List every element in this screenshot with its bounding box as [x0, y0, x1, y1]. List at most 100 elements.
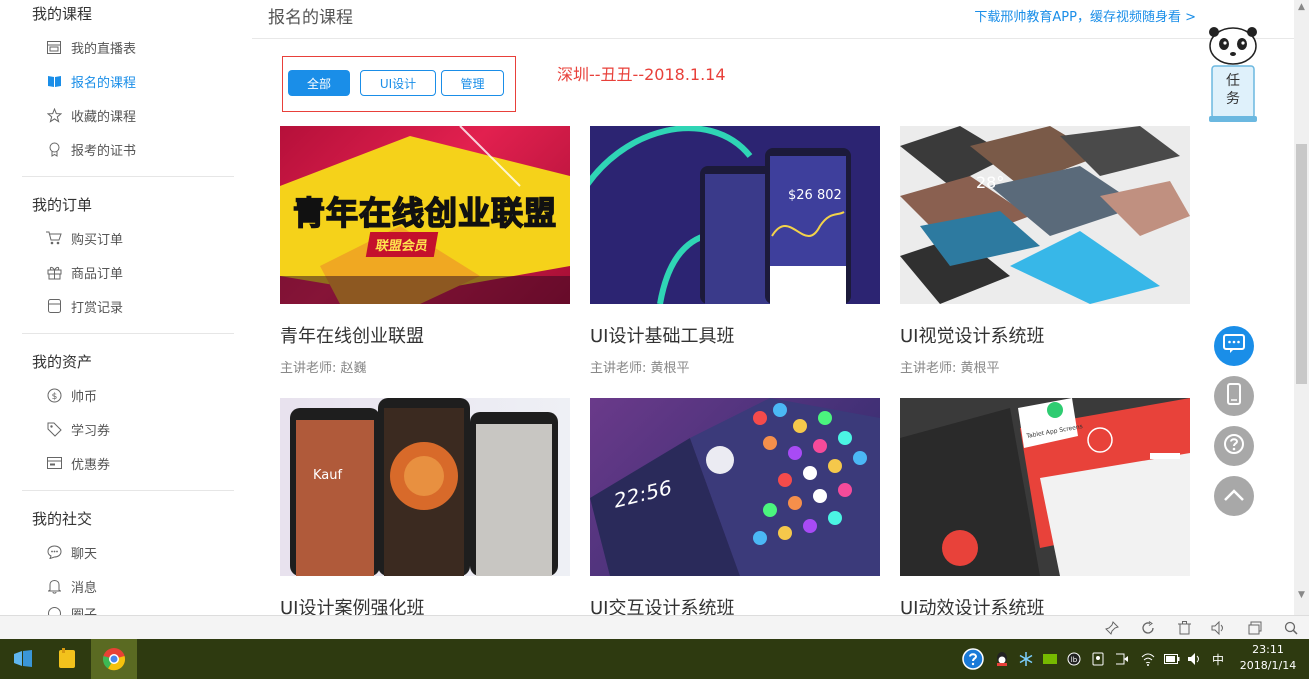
sidebar-item-messages[interactable]: 消息	[22, 569, 234, 603]
sidebar-item-label: 圈子	[71, 607, 98, 616]
windows-logo-icon	[14, 650, 32, 667]
course-teacher: 主讲老师: 黄根平	[900, 361, 1000, 376]
tag-icon	[46, 421, 62, 437]
back-to-top-button[interactable]	[1214, 476, 1254, 516]
taskbar-chrome-app[interactable]	[91, 639, 137, 679]
course-card[interactable]: 22:56 UI交互设计系统班	[590, 398, 880, 615]
course-card[interactable]: Tablet App Screens UI动效设计系统班	[900, 398, 1190, 615]
sidebar-item-purchase-orders[interactable]: 购买订单	[22, 221, 234, 255]
sidebar-item-label: 消息	[71, 580, 98, 596]
scroll-up-arrow[interactable]: ▲	[1294, 0, 1309, 14]
coupon-icon	[46, 455, 62, 471]
scroll-down-arrow[interactable]: ▼	[1294, 588, 1309, 602]
help-button[interactable]	[1214, 426, 1254, 466]
calendar-icon	[46, 39, 62, 55]
clock-date: 2018/1/14	[1239, 659, 1297, 672]
sidebar-item-favorite-courses[interactable]: 收藏的课程	[22, 98, 234, 132]
pin-icon[interactable]	[1104, 620, 1120, 636]
zoom-icon[interactable]	[1283, 620, 1299, 636]
sidebar-group-courses: 我的课程 我的直播表 报名的课程 收藏的课程 报考的证书	[22, 0, 234, 177]
dollar-icon: $	[46, 387, 62, 403]
certificate-icon	[46, 141, 62, 157]
sidebar-item-circles[interactable]: 圈子	[22, 603, 234, 615]
sidebar-item-live-schedule[interactable]: 我的直播表	[22, 30, 234, 64]
sidebar-item-tip-records[interactable]: 打赏记录	[22, 289, 234, 323]
refresh-icon[interactable]	[1140, 620, 1156, 636]
course-title: 青年在线创业联盟	[280, 326, 424, 347]
download-app-link[interactable]: 下载邢帅教育APP，缓存视频随身看 >	[974, 6, 1196, 25]
help-tray-icon[interactable]	[962, 648, 984, 670]
sidebar-item-product-orders[interactable]: 商品订单	[22, 255, 234, 289]
svg-text:lb: lb	[1071, 656, 1078, 664]
sidebar-item-coins[interactable]: $ 帅币	[22, 378, 234, 412]
filter-all-button[interactable]: 全部	[288, 70, 350, 96]
ime-indicator[interactable]: 中	[1210, 651, 1226, 667]
question-icon	[1223, 433, 1245, 459]
browser-status-bar	[0, 615, 1309, 640]
sidebar-item-label: 聊天	[71, 546, 98, 562]
sidebar-item-label: 我的直播表	[71, 41, 137, 57]
main-content: 报名的课程 下载邢帅教育APP，缓存视频随身看 > 全部 UI设计 管理 深圳-…	[252, 0, 1294, 615]
course-card[interactable]: 青年在线创业联盟 联盟会员 青年在线创业联盟 主讲老师: 赵巍	[280, 126, 570, 376]
speaker-icon[interactable]	[1186, 651, 1202, 667]
volume-icon[interactable]	[1210, 620, 1226, 636]
sidebar-item-label: 商品订单	[71, 266, 124, 282]
sidebar-group-title: 我的资产	[32, 353, 93, 371]
weather-temp: 28°	[976, 173, 1005, 192]
clock-time: 23:11	[1252, 643, 1284, 656]
svg-text:$: $	[51, 392, 57, 402]
chevron-up-icon	[1223, 487, 1245, 506]
course-title: UI视觉设计系统班	[900, 326, 1045, 347]
page-title: 报名的课程	[268, 8, 353, 28]
qq-icon[interactable]	[994, 651, 1010, 667]
battery-icon[interactable]	[1164, 651, 1180, 667]
sidebar-item-label: 优惠券	[71, 457, 111, 473]
sidebar-item-coupons[interactable]: 优惠券	[22, 446, 234, 480]
sidebar-item-label: 帅币	[71, 389, 98, 405]
course-thumbnail: Tablet App Screens	[900, 398, 1190, 576]
bell-icon	[46, 578, 62, 594]
taskbar-notes-app[interactable]	[44, 639, 90, 679]
filter-management-button[interactable]: 管理	[441, 70, 504, 96]
chat-icon	[46, 544, 62, 560]
sidebar-item-enrolled-courses[interactable]: 报名的课程	[22, 64, 234, 98]
sidebar-item-certificates[interactable]: 报考的证书	[22, 132, 234, 166]
course-card[interactable]: Kauf UI设计案例强化班	[280, 398, 570, 615]
gift-icon	[46, 264, 62, 280]
sidebar-item-study-vouchers[interactable]: 学习券	[22, 412, 234, 446]
nvidia-icon[interactable]	[1042, 651, 1058, 667]
taskbar-clock[interactable]: 23:11 2018/1/14	[1232, 642, 1304, 674]
sidebar-group-social: 我的社交 聊天 消息 圈子	[22, 505, 234, 615]
box-icon	[46, 298, 62, 314]
course-title: UI设计案例强化班	[280, 598, 425, 615]
course-title: UI设计基础工具班	[590, 326, 735, 347]
filter-ui-design-button[interactable]: UI设计	[360, 70, 436, 96]
course-card[interactable]: $26 802 UI设计基础工具班 主讲老师: 黄根平	[590, 126, 880, 376]
mobile-app-button[interactable]	[1214, 376, 1254, 416]
security-icon[interactable]: lb	[1066, 651, 1082, 667]
phone-icon	[1227, 383, 1241, 409]
vertical-scrollbar[interactable]: ▲ ▼	[1294, 0, 1309, 615]
window-icon[interactable]	[1247, 620, 1263, 636]
trash-icon[interactable]	[1176, 620, 1192, 636]
snowflake-icon[interactable]	[1018, 651, 1034, 667]
course-thumbnail: 青年在线创业联盟 联盟会员	[280, 126, 570, 304]
feedback-button[interactable]	[1214, 326, 1254, 366]
app-name: Kauf	[313, 468, 343, 483]
cart-icon	[46, 230, 62, 246]
sidebar-group-title: 我的订单	[32, 196, 93, 214]
sidebar-item-label: 学习券	[71, 423, 111, 439]
circle-icon	[46, 605, 62, 615]
input-method-icon[interactable]	[1114, 651, 1130, 667]
wifi-icon[interactable]	[1140, 651, 1156, 667]
start-button[interactable]	[0, 639, 46, 679]
star-icon	[46, 107, 62, 123]
sidebar-item-label: 打赏记录	[71, 300, 124, 316]
task-mascot[interactable]: 任务	[1206, 26, 1260, 124]
device-icon[interactable]	[1090, 651, 1106, 667]
course-card[interactable]: 28° UI视觉设计系统班 主讲老师: 黄根平	[900, 126, 1190, 376]
sidebar-item-chat[interactable]: 聊天	[22, 535, 234, 569]
scrollbar-thumb[interactable]	[1296, 144, 1307, 384]
banner-badge: 联盟会员	[365, 232, 439, 257]
course-title: UI交互设计系统班	[590, 598, 735, 615]
